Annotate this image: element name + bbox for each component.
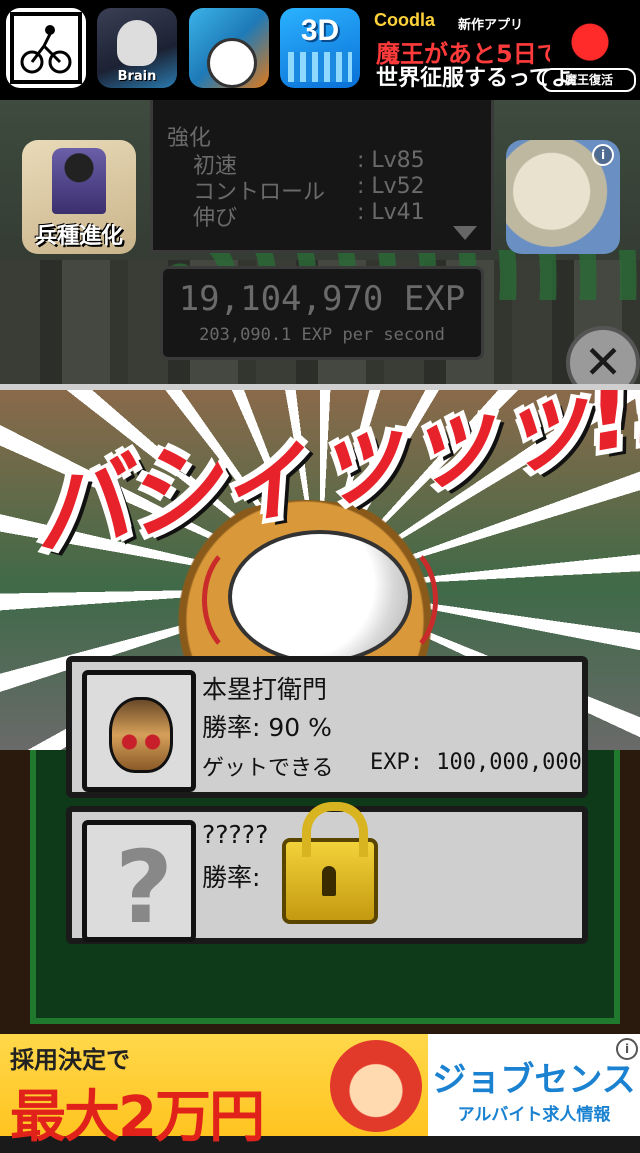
3d-app-label: 3D	[300, 14, 340, 47]
upgrade-level: : Lv41	[357, 200, 425, 225]
promo-brand: Coodla	[374, 10, 435, 30]
bug-face-icon	[109, 697, 173, 773]
bike-app-icon[interactable]	[6, 8, 86, 88]
upgrade-level: : Lv52	[357, 174, 425, 199]
opponent-win-rate: 勝率: 90 %	[202, 713, 332, 742]
face-icon	[117, 20, 157, 66]
evolve-button[interactable]: 兵種進化	[22, 140, 136, 254]
exp-total: 19,104,970 EXP	[178, 279, 466, 319]
keyhole-icon	[322, 866, 336, 896]
ball-seam	[348, 540, 438, 660]
ad-amount: 最大2万円	[10, 1085, 265, 1150]
exp-rate: 203,090.1 EXP per second	[199, 325, 445, 345]
ad-info-icon[interactable]: i	[592, 144, 614, 166]
ad-subtitle: アルバイト求人情報	[457, 1105, 611, 1125]
opponent-reward-exp: EXP: 100,000,000	[370, 750, 582, 775]
goat-app-ad[interactable]: i	[506, 140, 620, 254]
opponent-portrait: ?	[82, 820, 196, 946]
promo-new-label: 新作アプリ	[458, 18, 524, 33]
baseball-app-icon[interactable]	[189, 8, 269, 88]
exp-panel: 19,104,970 EXP 203,090.1 EXP per second	[160, 266, 484, 360]
upgrade-level: : Lv85	[357, 148, 425, 173]
brain-app-label: Brain	[117, 69, 157, 84]
bottom-ad-banner[interactable]: 採用決定で 最大2万円 ジョブセンス アルバイト求人情報 i	[0, 1034, 640, 1150]
promo-badge: 魔王復活	[542, 68, 636, 92]
3d-app-icon[interactable]: 3D	[280, 8, 360, 88]
opponent-name: ?????	[202, 820, 269, 849]
baseball-icon	[202, 530, 438, 664]
opponent-card[interactable]: 本塁打衛門 勝率: 90 % ゲットできる EXP: 100,000,000	[66, 656, 588, 798]
top-ad-bar: Brain 3D Coodla 新作アプリ 魔王があと5日で 世界征服するってよ…	[0, 0, 640, 100]
ad-info-icon[interactable]: i	[616, 1038, 638, 1060]
lock-shackle	[302, 802, 368, 857]
upgrade-row-movement: 伸び : Lv41	[193, 200, 483, 232]
ad-brand-box: ジョブセンス アルバイト求人情報	[428, 1034, 640, 1136]
question-mark-icon: ?	[115, 829, 174, 946]
expand-arrow-icon[interactable]	[453, 226, 477, 240]
baseball-icon	[207, 38, 257, 88]
opponent-win-rate: 勝率:	[202, 863, 261, 892]
ball-seam	[202, 540, 292, 660]
brain-app-icon[interactable]: Brain	[97, 8, 177, 88]
opponent-name: 本塁打衛門	[202, 675, 328, 704]
bicycle-icon	[10, 12, 82, 84]
ad-brand: ジョブセンス	[432, 1060, 636, 1100]
opponent-portrait	[82, 670, 196, 792]
ad-line1: 採用決定で	[10, 1046, 130, 1074]
upgrade-label: 伸び	[193, 206, 238, 231]
ninja-icon	[52, 148, 106, 214]
upgrade-panel[interactable]: 強化 初速 : Lv85 コントロール : Lv52 伸び : Lv41	[150, 100, 494, 253]
maze-icon	[288, 52, 352, 82]
lock-icon	[282, 802, 378, 924]
mascot-icon	[330, 1040, 422, 1132]
opponent-card-locked[interactable]: ? ????? 勝率:	[66, 802, 588, 946]
opponent-reward-label: ゲットできる	[202, 756, 334, 781]
evolve-button-label: 兵種進化	[34, 224, 123, 249]
demon-icon	[550, 8, 630, 70]
promo-ad[interactable]: Coodla 新作アプリ 魔王があと5日で 世界征服するってよ 魔王復活	[370, 8, 636, 92]
